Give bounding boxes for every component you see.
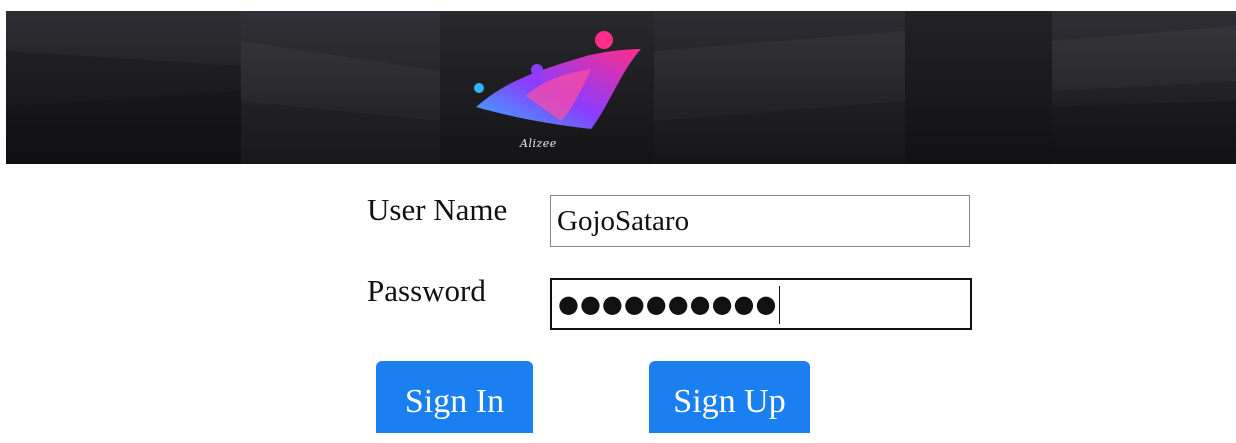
username-label: User Name — [367, 192, 508, 227]
logo-dot-purple — [531, 64, 543, 76]
logo-text: Alizee — [520, 137, 557, 150]
logo-dot-pink — [595, 31, 613, 49]
password-label: Password — [367, 273, 486, 308]
password-input[interactable]: ●●●●●●●●●● — [550, 278, 972, 330]
username-input[interactable]: GojoSataro — [550, 195, 970, 247]
sign-up-button[interactable]: Sign Up — [649, 361, 810, 433]
header-banner: Alizee — [6, 11, 1236, 164]
password-mask: ●●●●●●●●●● — [558, 290, 778, 318]
sign-in-button[interactable]: Sign In — [376, 361, 533, 433]
logo-dot-blue — [474, 83, 484, 93]
text-caret — [779, 286, 781, 324]
banner-background — [6, 11, 1236, 164]
